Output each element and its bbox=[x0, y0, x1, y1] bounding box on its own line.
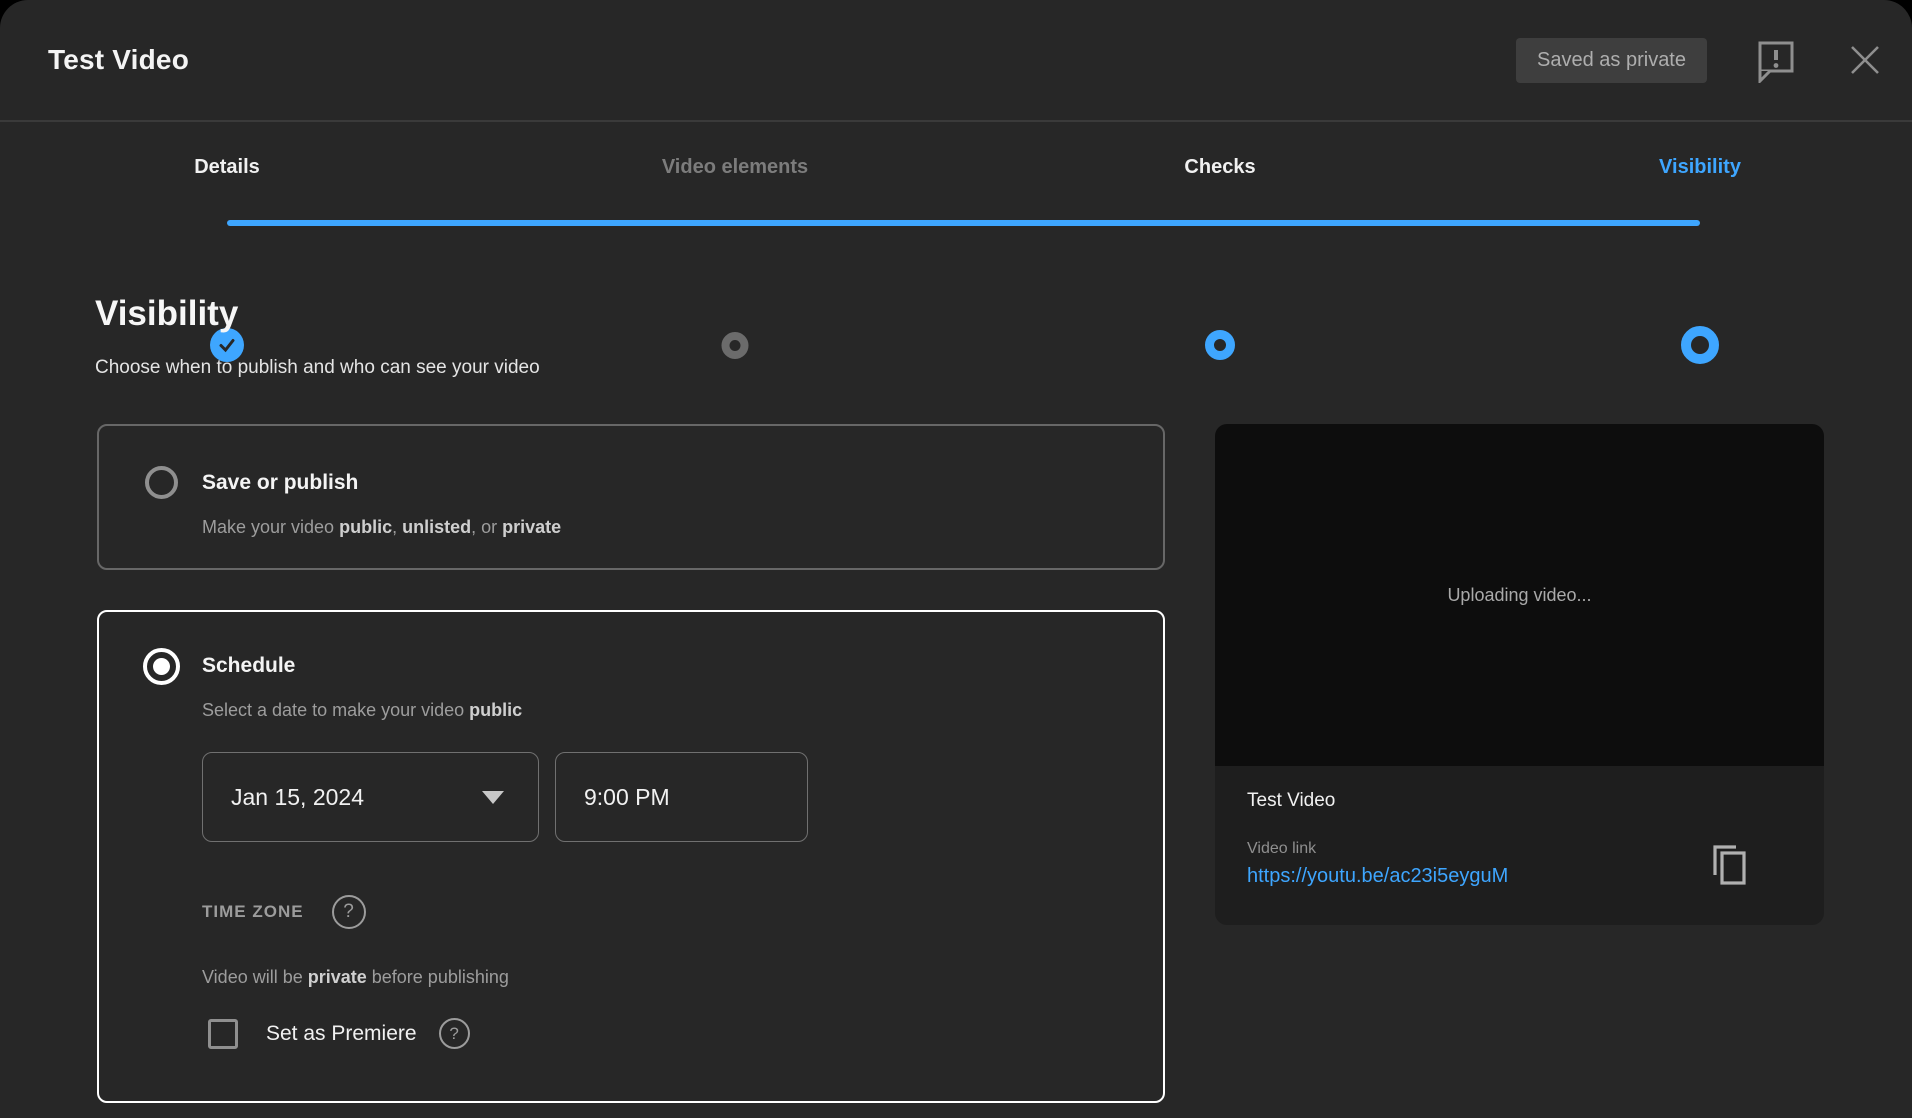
stepper-track bbox=[227, 220, 1700, 226]
stepper: Details Video elements Checks Visibility bbox=[0, 122, 1912, 282]
video-title: Test Video bbox=[48, 44, 189, 76]
upload-dialog: Test Video Saved as private Details Vide… bbox=[0, 0, 1912, 1118]
page-subtitle: Choose when to publish and who can see y… bbox=[95, 357, 540, 379]
save-or-publish-desc: Make your video public, unlisted, or pri… bbox=[202, 517, 561, 538]
tab-visibility[interactable]: Visibility bbox=[1659, 156, 1741, 179]
feedback-button[interactable] bbox=[1753, 37, 1799, 83]
date-select[interactable]: Jan 15, 2024 bbox=[202, 752, 539, 842]
time-input[interactable]: 9:00 PM bbox=[555, 752, 808, 842]
schedule-radio[interactable] bbox=[143, 648, 180, 685]
upload-status-text: Uploading video... bbox=[1447, 585, 1591, 606]
copy-link-button[interactable] bbox=[1706, 840, 1752, 895]
schedule-label[interactable]: Schedule bbox=[202, 654, 295, 678]
private-note: Video will be private before publishing bbox=[202, 967, 509, 988]
tab-video-elements[interactable]: Video elements bbox=[662, 156, 808, 179]
save-or-publish-label[interactable]: Save or publish bbox=[202, 471, 358, 495]
close-icon bbox=[1845, 40, 1885, 80]
status-badge: Saved as private bbox=[1516, 38, 1707, 83]
timezone-row: TIME ZONE ? bbox=[202, 895, 366, 929]
dialog-header: Test Video Saved as private bbox=[0, 0, 1912, 122]
save-or-publish-radio[interactable] bbox=[145, 466, 178, 499]
video-info-section: Test Video Video link https://youtu.be/a… bbox=[1215, 766, 1824, 925]
page-title: Visibility bbox=[95, 294, 238, 334]
time-value: 9:00 PM bbox=[584, 784, 670, 811]
tab-details[interactable]: Details bbox=[194, 156, 260, 179]
schedule-desc: Select a date to make your video public bbox=[202, 700, 522, 721]
check-icon bbox=[217, 335, 237, 355]
schedule-card[interactable]: Schedule Select a date to make your vide… bbox=[97, 610, 1165, 1103]
step-visibility-dot[interactable] bbox=[1681, 326, 1719, 364]
copy-icon bbox=[1706, 840, 1752, 890]
save-or-publish-card[interactable]: Save or publish Make your video public, … bbox=[97, 424, 1165, 570]
feedback-icon bbox=[1753, 37, 1799, 83]
video-preview-panel: Uploading video... Test Video Video link… bbox=[1215, 424, 1824, 925]
premiere-checkbox[interactable] bbox=[208, 1019, 238, 1049]
question-icon: ? bbox=[449, 1024, 458, 1044]
date-value: Jan 15, 2024 bbox=[231, 784, 364, 811]
premiere-row: Set as Premiere ? bbox=[208, 1018, 470, 1049]
tab-checks[interactable]: Checks bbox=[1184, 156, 1255, 179]
premiere-label[interactable]: Set as Premiere bbox=[266, 1022, 417, 1046]
timezone-help-button[interactable]: ? bbox=[332, 895, 366, 929]
timezone-label: TIME ZONE bbox=[202, 902, 304, 922]
video-player-area: Uploading video... bbox=[1215, 424, 1824, 766]
question-icon: ? bbox=[343, 901, 354, 923]
chevron-down-icon bbox=[482, 791, 504, 804]
step-checks-dot[interactable] bbox=[1205, 330, 1235, 360]
close-button[interactable] bbox=[1845, 40, 1885, 80]
step-video-elements-dot[interactable] bbox=[722, 332, 749, 359]
preview-video-title: Test Video bbox=[1247, 790, 1792, 812]
radio-dot bbox=[153, 658, 170, 675]
premiere-help-button[interactable]: ? bbox=[439, 1018, 470, 1049]
